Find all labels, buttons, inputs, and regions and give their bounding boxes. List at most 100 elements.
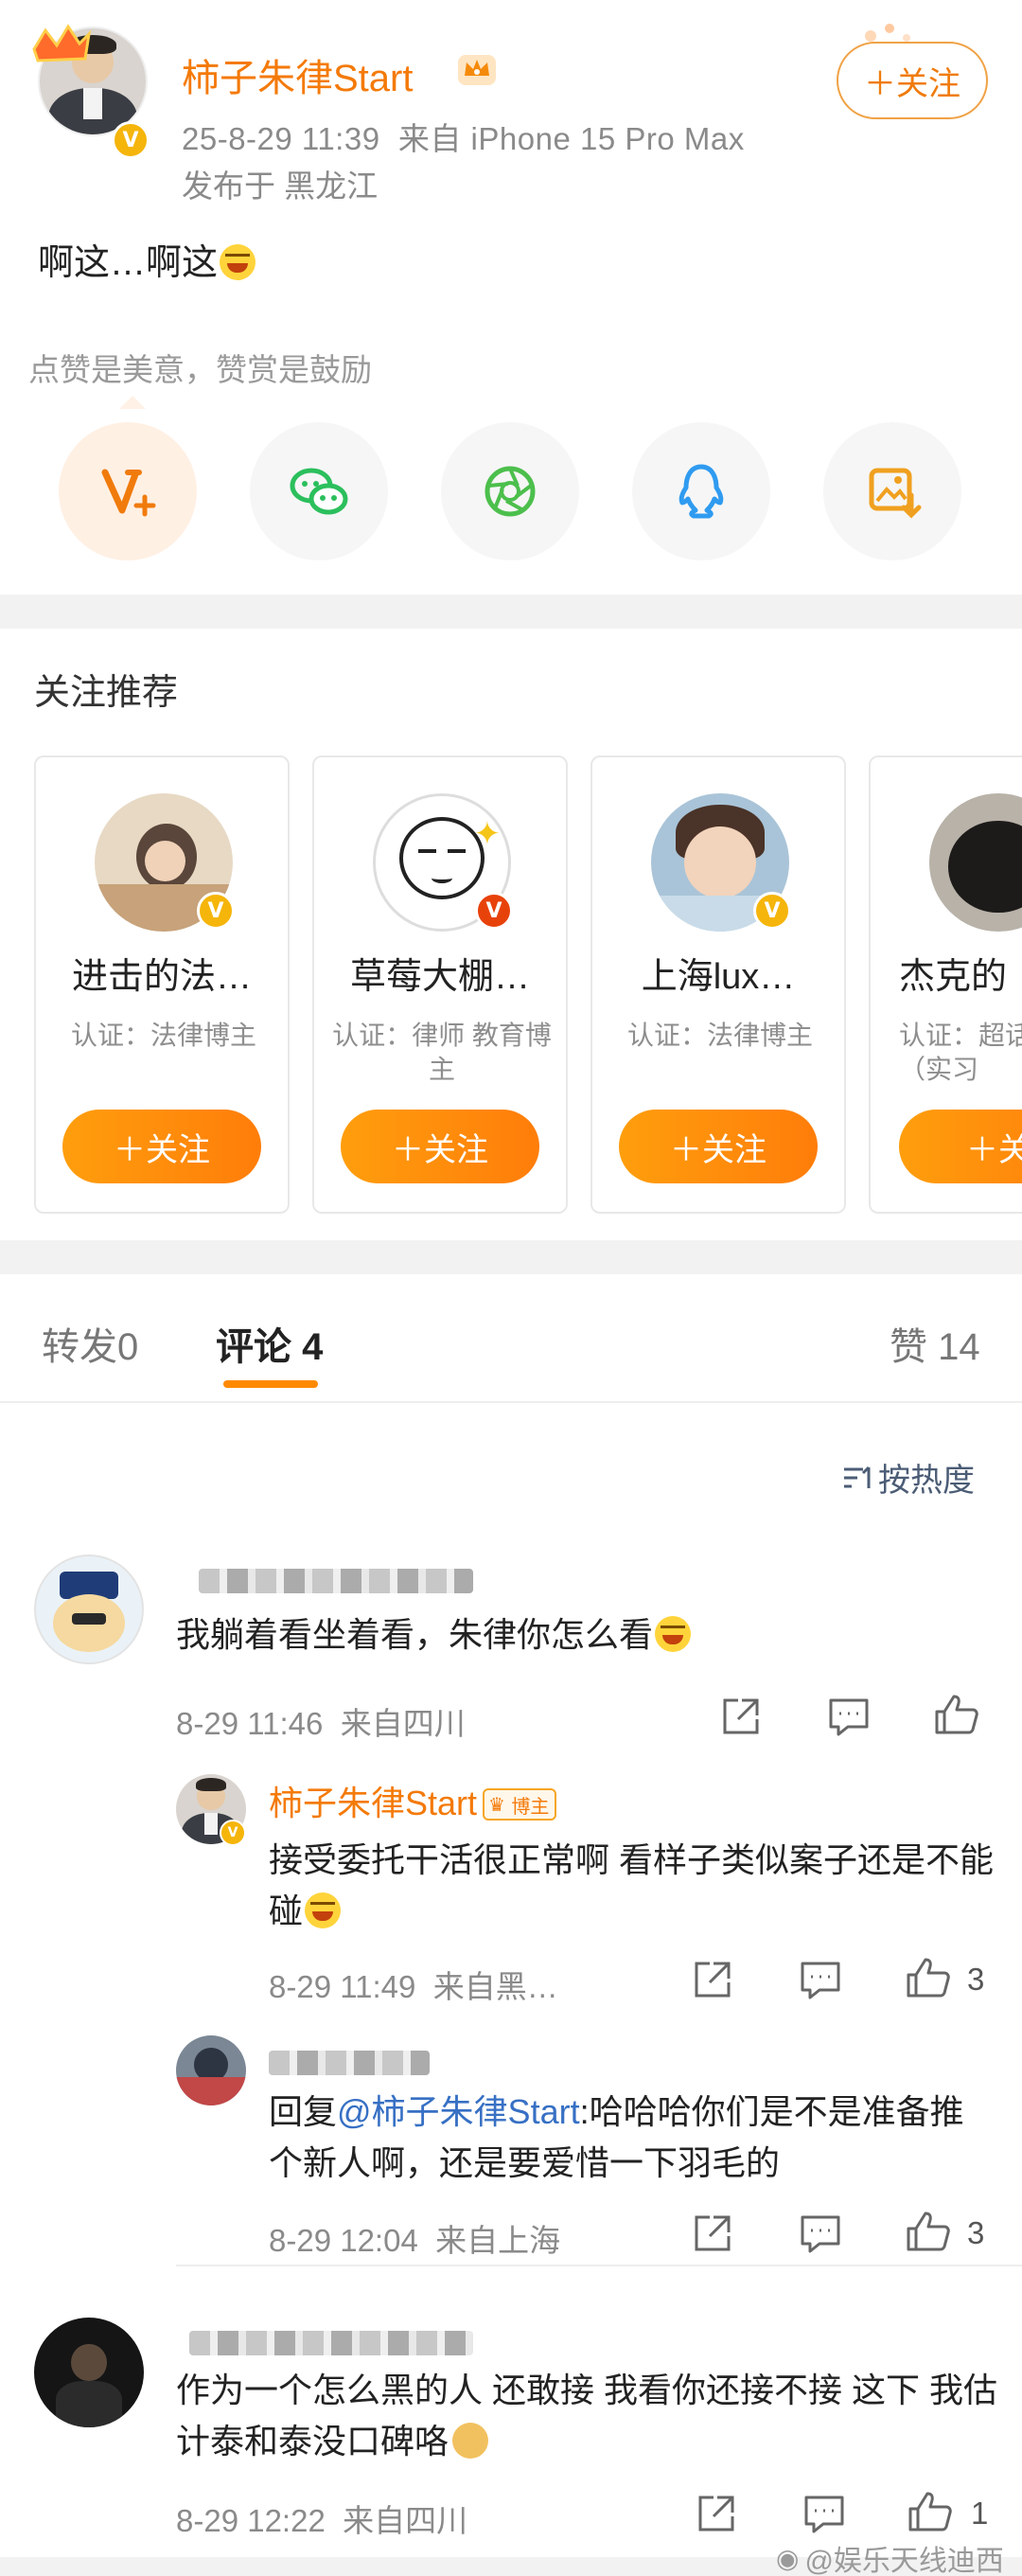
- reply-comment-icon[interactable]: [797, 1956, 844, 2003]
- like-thumb-icon[interactable]: [933, 1691, 980, 1738]
- comment-source: 来自四川: [340, 1706, 466, 1741]
- reply-comment-icon[interactable]: [797, 2210, 844, 2257]
- sort-label: 按热度: [878, 1463, 975, 1499]
- like-count: 3: [967, 2215, 985, 2250]
- post-time: 25-8-29 11:39: [182, 121, 380, 156]
- post-card: V 柿子朱律Start 25-8-29 11:39 来自 iPhone 15 P…: [0, 0, 1022, 595]
- reply-prefix: 回复: [269, 2092, 338, 2131]
- tab-comments[interactable]: 评论 4: [216, 1316, 323, 1371]
- recommend-card[interactable]: V 进击的法… 认证：法律博主 ＋关注: [34, 755, 290, 1214]
- reward-v-button[interactable]: [59, 422, 197, 560]
- commenter-avatar[interactable]: [34, 2318, 144, 2427]
- post-source: 来自 iPhone 15 Pro Max: [397, 121, 745, 156]
- save-image-button[interactable]: [823, 422, 961, 560]
- recommend-follow-button[interactable]: ＋关注: [341, 1110, 539, 1183]
- share-icon[interactable]: [717, 1693, 765, 1740]
- reply-comment-icon[interactable]: [801, 2490, 848, 2537]
- weibo-logo-icon: ◉: [776, 2543, 800, 2573]
- recommend-card[interactable]: ✦ V 草莓大棚… 认证：律师 教育博主 ＋关注: [312, 755, 568, 1214]
- wechat-icon: [290, 468, 348, 515]
- comment-source: 来自四川: [343, 2503, 468, 2538]
- post-meta: 25-8-29 11:39 来自 iPhone 15 Pro Max: [182, 114, 745, 159]
- share-qq-button[interactable]: [632, 422, 770, 560]
- recommend-cert: 认证：超话持人（实习: [899, 1021, 1022, 1084]
- comment-body: 我躺着看坐着看，朱律你怎么看: [176, 1609, 990, 1661]
- comment-text: 我躺着看坐着看，朱律你怎么看: [176, 1615, 654, 1654]
- post-location: 发布于 黑龙江: [182, 169, 379, 204]
- reply-avatar[interactable]: [176, 2035, 246, 2105]
- reply-body: 接受委托干活很正常啊 看样子类似案子还是不能碰: [269, 1835, 997, 1937]
- verified-badge-icon: V: [475, 892, 513, 930]
- commenter-avatar[interactable]: [34, 1554, 144, 1664]
- laugh-cry-emoji-icon: [655, 1616, 692, 1652]
- watermark-text: @娱乐天线迪西: [804, 2546, 1004, 2576]
- follow-recommend-section: 关注推荐 V 进击的法… 认证：法律博主 ＋关注 ✦ V 草莓大棚… 认证：律师…: [0, 629, 1022, 1240]
- share-wechat-button[interactable]: [250, 422, 388, 560]
- reply-author: 柿子朱律Start ♛ 博主: [269, 1776, 557, 1825]
- recommend-cert: 认证：法律博主: [70, 1021, 256, 1050]
- reward-v-icon: [101, 469, 156, 517]
- comment-meta: 8-29 11:46 来自四川: [176, 1698, 466, 1744]
- blogger-tag: ♛ 博主: [483, 1788, 557, 1821]
- mention-link[interactable]: @柿子朱律Start: [337, 2092, 580, 2131]
- reply-meta: 8-29 12:04 来自上海: [269, 2215, 560, 2261]
- avatar-frame-icon: [32, 24, 92, 62]
- reply-source: 来自黑…: [432, 1969, 558, 2004]
- save-image-icon: [869, 468, 922, 519]
- tab-likes[interactable]: 赞 14: [890, 1316, 980, 1371]
- moments-icon: [485, 466, 536, 517]
- recommend-cert: 认证：律师 教育博主: [332, 1021, 552, 1084]
- recommend-card[interactable]: 杰克的 认证：超话持人（实习 ＋关: [869, 755, 1022, 1214]
- like-thumb-icon[interactable]: [905, 2208, 952, 2255]
- avatar: [929, 793, 1022, 932]
- post-author-name[interactable]: 柿子朱律Start: [182, 47, 413, 102]
- recommend-follow-button[interactable]: ＋关注: [619, 1110, 818, 1183]
- reply-comment-icon[interactable]: [825, 1693, 872, 1740]
- reply-meta: 8-29 11:49 来自黑…: [269, 1962, 558, 2007]
- share-icon[interactable]: [693, 2490, 740, 2537]
- reply-source: 来自上海: [435, 2223, 561, 2258]
- reply-text: 接受委托干活很正常啊 看样子类似案子还是不能碰: [269, 1840, 995, 1930]
- recommend-title: 关注推荐: [34, 673, 179, 713]
- qq-icon: [678, 464, 724, 519]
- verified-badge-icon: V: [753, 892, 791, 930]
- comment-meta: 8-29 12:22 来自四川: [176, 2496, 467, 2541]
- verified-badge-icon: V: [197, 892, 235, 930]
- laugh-cry-emoji-icon: [305, 1892, 342, 1928]
- follow-button[interactable]: ＋关注: [837, 42, 988, 119]
- reply-body: 回复@柿子朱律Start:哈哈哈你们是不是准备推个新人啊，还是要爱惜一下羽毛的: [269, 2087, 997, 2189]
- reply-time: 8-29 11:49: [269, 1969, 416, 2004]
- recommend-card[interactable]: V 上海lux… 认证：法律博主 ＋关注: [590, 755, 846, 1214]
- divider: [176, 2265, 1022, 2266]
- recommend-follow-button[interactable]: ＋关: [899, 1110, 1022, 1183]
- recommend-cert: 认证：法律博主: [626, 1021, 813, 1050]
- doge-emoji-icon: [452, 2423, 489, 2459]
- verified-badge-icon: V: [220, 1820, 246, 1846]
- comment-text: 作为一个怎么黑的人 还敢接 我看你还接不接 这下 我估计泰和泰没口碑咯: [176, 2371, 998, 2461]
- recommend-name: 杰克的: [899, 957, 1008, 997]
- active-tab-indicator: [223, 1380, 318, 1388]
- recommend-follow-button[interactable]: ＋关注: [62, 1110, 261, 1183]
- share-icon[interactable]: [689, 2210, 736, 2257]
- like-thumb-icon[interactable]: [907, 2488, 954, 2535]
- verified-badge-icon: V: [112, 121, 150, 159]
- crown-vip-icon: [458, 55, 496, 85]
- reply-time: 8-29 12:04: [269, 2223, 418, 2258]
- recommend-name: 草莓大棚…: [349, 957, 530, 997]
- post-content: 啊这…啊这: [38, 233, 256, 285]
- sort-icon: [844, 1466, 871, 1488]
- reward-tip: 点赞是美意，赞赏是鼓励: [28, 352, 372, 387]
- recommend-name: 上海lux…: [641, 957, 796, 997]
- reply-author-name[interactable]: 柿子朱律Start: [269, 1784, 477, 1822]
- like-count: 3: [967, 1962, 985, 1997]
- like-thumb-icon[interactable]: [905, 1954, 952, 2001]
- reply-name-blurred: [269, 2051, 430, 2075]
- comment-time: 8-29 12:22: [176, 2503, 326, 2538]
- sort-by-hot-button[interactable]: 按热度: [842, 1454, 975, 1501]
- commenter-name-blurred: [189, 2331, 473, 2355]
- post-text: 啊这…啊这: [38, 243, 219, 283]
- share-moments-button[interactable]: [441, 422, 579, 560]
- recommend-name: 进击的法…: [71, 957, 252, 997]
- tab-repost[interactable]: 转发0: [42, 1316, 138, 1371]
- share-icon[interactable]: [689, 1956, 736, 2003]
